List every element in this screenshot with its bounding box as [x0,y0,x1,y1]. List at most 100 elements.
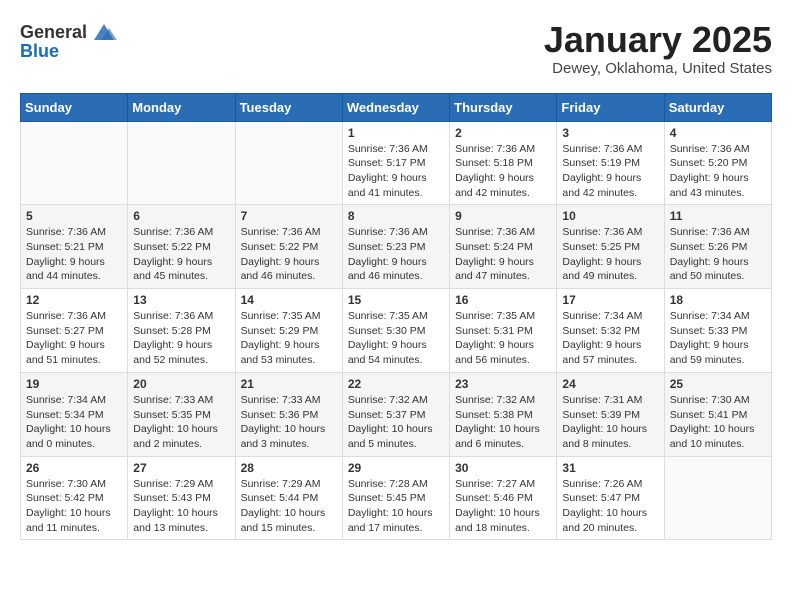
table-row: 17 Sunrise: 7:34 AMSunset: 5:32 PMDayligh… [557,289,664,373]
table-row: 5 Sunrise: 7:36 AMSunset: 5:21 PMDaylight… [21,205,128,289]
day-number: 17 [562,293,658,307]
table-row: 7 Sunrise: 7:36 AMSunset: 5:22 PMDaylight… [235,205,342,289]
day-info: Sunrise: 7:35 AMSunset: 5:29 PMDaylight:… [241,310,321,366]
header-friday: Friday [557,93,664,121]
table-row: 9 Sunrise: 7:36 AMSunset: 5:24 PMDaylight… [450,205,557,289]
logo-blue: Blue [20,42,59,60]
table-row: 11Sunrise: 7:36 AMSunset: 5:26 PMDayligh… [664,205,771,289]
day-number: 6 [133,209,229,223]
calendar-week-row: 5 Sunrise: 7:36 AMSunset: 5:21 PMDaylight… [21,205,772,289]
day-number: 26 [26,461,122,475]
table-row: 27 Sunrise: 7:29 AMSunset: 5:43 PMDayligh… [128,456,235,540]
day-number: 15 [348,293,444,307]
day-number: 16 [455,293,551,307]
day-info: Sunrise: 7:33 AMSunset: 5:36 PMDaylight:… [241,394,326,450]
calendar-week-row: 19 Sunrise: 7:34 AMSunset: 5:34 PMDayligh… [21,372,772,456]
day-info: Sunrise: 7:30 AMSunset: 5:42 PMDaylight:… [26,478,111,534]
day-number: 9 [455,209,551,223]
day-number: 10 [562,209,658,223]
day-info: Sunrise: 7:36 AMSunset: 5:24 PMDaylight:… [455,226,535,282]
day-number: 11 [670,209,766,223]
day-number: 22 [348,377,444,391]
table-row: 8 Sunrise: 7:36 AMSunset: 5:23 PMDaylight… [342,205,449,289]
day-number: 27 [133,461,229,475]
table-row: 14Sunrise: 7:35 AMSunset: 5:29 PMDayligh… [235,289,342,373]
day-info: Sunrise: 7:29 AMSunset: 5:44 PMDaylight:… [241,478,326,534]
day-info: Sunrise: 7:32 AMSunset: 5:37 PMDaylight:… [348,394,433,450]
day-info: Sunrise: 7:36 AMSunset: 5:21 PMDaylight:… [26,226,106,282]
page-container: General Blue January 2025 Dewey, Oklahom… [0,0,792,550]
day-info: Sunrise: 7:34 AMSunset: 5:34 PMDaylight:… [26,394,111,450]
day-info: Sunrise: 7:36 AMSunset: 5:23 PMDaylight:… [348,226,428,282]
day-info: Sunrise: 7:29 AMSunset: 5:43 PMDaylight:… [133,478,218,534]
day-info: Sunrise: 7:28 AMSunset: 5:45 PMDaylight:… [348,478,433,534]
table-row: 12 Sunrise: 7:36 AMSunset: 5:27 PMDayligh… [21,289,128,373]
calendar-table: Sunday Monday Tuesday Wednesday Thursday… [20,93,772,541]
table-row [128,121,235,205]
day-number: 2 [455,126,551,140]
day-number: 4 [670,126,766,140]
table-row: 18 Sunrise: 7:34 AMSunset: 5:33 PMDayligh… [664,289,771,373]
table-row [21,121,128,205]
header-saturday: Saturday [664,93,771,121]
day-info: Sunrise: 7:36 AMSunset: 5:25 PMDaylight:… [562,226,642,282]
day-number: 30 [455,461,551,475]
table-row: 10 Sunrise: 7:36 AMSunset: 5:25 PMDayligh… [557,205,664,289]
day-number: 23 [455,377,551,391]
table-row: 20 Sunrise: 7:33 AMSunset: 5:35 PMDayligh… [128,372,235,456]
table-row [235,121,342,205]
day-info: Sunrise: 7:36 AMSunset: 5:22 PMDaylight:… [241,226,321,282]
day-info: Sunrise: 7:36 AMSunset: 5:28 PMDaylight:… [133,310,213,366]
day-info: Sunrise: 7:36 AMSunset: 5:20 PMDaylight:… [670,143,750,199]
day-number: 18 [670,293,766,307]
logo: General Blue [20,20,119,60]
table-row: 25 Sunrise: 7:30 AMSunset: 5:41 PMDayligh… [664,372,771,456]
table-row: 19 Sunrise: 7:34 AMSunset: 5:34 PMDayligh… [21,372,128,456]
table-row: 21Sunrise: 7:33 AMSunset: 5:36 PMDayligh… [235,372,342,456]
calendar-week-row: 26 Sunrise: 7:30 AMSunset: 5:42 PMDayligh… [21,456,772,540]
table-row: 2 Sunrise: 7:36 AMSunset: 5:18 PMDaylight… [450,121,557,205]
day-info: Sunrise: 7:33 AMSunset: 5:35 PMDaylight:… [133,394,218,450]
calendar-week-row: 12 Sunrise: 7:36 AMSunset: 5:27 PMDayligh… [21,289,772,373]
weekday-header-row: Sunday Monday Tuesday Wednesday Thursday… [21,93,772,121]
day-number: 31 [562,461,658,475]
day-info: Sunrise: 7:31 AMSunset: 5:39 PMDaylight:… [562,394,647,450]
day-info: Sunrise: 7:36 AMSunset: 5:19 PMDaylight:… [562,143,642,199]
table-row: 6Sunrise: 7:36 AMSunset: 5:22 PMDaylight… [128,205,235,289]
table-row: 1 Sunrise: 7:36 AMSunset: 5:17 PMDaylight… [342,121,449,205]
table-row: 15 Sunrise: 7:35 AMSunset: 5:30 PMDayligh… [342,289,449,373]
day-number: 28 [241,461,337,475]
day-info: Sunrise: 7:35 AMSunset: 5:31 PMDaylight:… [455,310,535,366]
table-row: 31 Sunrise: 7:26 AMSunset: 5:47 PMDayligh… [557,456,664,540]
day-number: 12 [26,293,122,307]
header-monday: Monday [128,93,235,121]
day-info: Sunrise: 7:30 AMSunset: 5:41 PMDaylight:… [670,394,755,450]
header-sunday: Sunday [21,93,128,121]
day-info: Sunrise: 7:26 AMSunset: 5:47 PMDaylight:… [562,478,647,534]
month-title: January 2025 [544,20,772,60]
day-info: Sunrise: 7:27 AMSunset: 5:46 PMDaylight:… [455,478,540,534]
day-number: 20 [133,377,229,391]
day-number: 19 [26,377,122,391]
day-info: Sunrise: 7:34 AMSunset: 5:32 PMDaylight:… [562,310,642,366]
logo-icon [89,20,119,44]
calendar-week-row: 1 Sunrise: 7:36 AMSunset: 5:17 PMDaylight… [21,121,772,205]
table-row: 28 Sunrise: 7:29 AMSunset: 5:44 PMDayligh… [235,456,342,540]
day-info: Sunrise: 7:36 AMSunset: 5:18 PMDaylight:… [455,143,535,199]
day-number: 7 [241,209,337,223]
header: General Blue January 2025 Dewey, Oklahom… [20,20,772,77]
table-row: 13Sunrise: 7:36 AMSunset: 5:28 PMDayligh… [128,289,235,373]
table-row: 3Sunrise: 7:36 AMSunset: 5:19 PMDaylight… [557,121,664,205]
day-number: 8 [348,209,444,223]
day-info: Sunrise: 7:36 AMSunset: 5:27 PMDaylight:… [26,310,106,366]
table-row: 23Sunrise: 7:32 AMSunset: 5:38 PMDayligh… [450,372,557,456]
day-number: 5 [26,209,122,223]
day-info: Sunrise: 7:35 AMSunset: 5:30 PMDaylight:… [348,310,428,366]
day-number: 25 [670,377,766,391]
day-info: Sunrise: 7:36 AMSunset: 5:17 PMDaylight:… [348,143,428,199]
day-number: 1 [348,126,444,140]
table-row: 22 Sunrise: 7:32 AMSunset: 5:37 PMDayligh… [342,372,449,456]
header-thursday: Thursday [450,93,557,121]
day-info: Sunrise: 7:34 AMSunset: 5:33 PMDaylight:… [670,310,750,366]
location-title: Dewey, Oklahoma, United States [544,60,772,77]
